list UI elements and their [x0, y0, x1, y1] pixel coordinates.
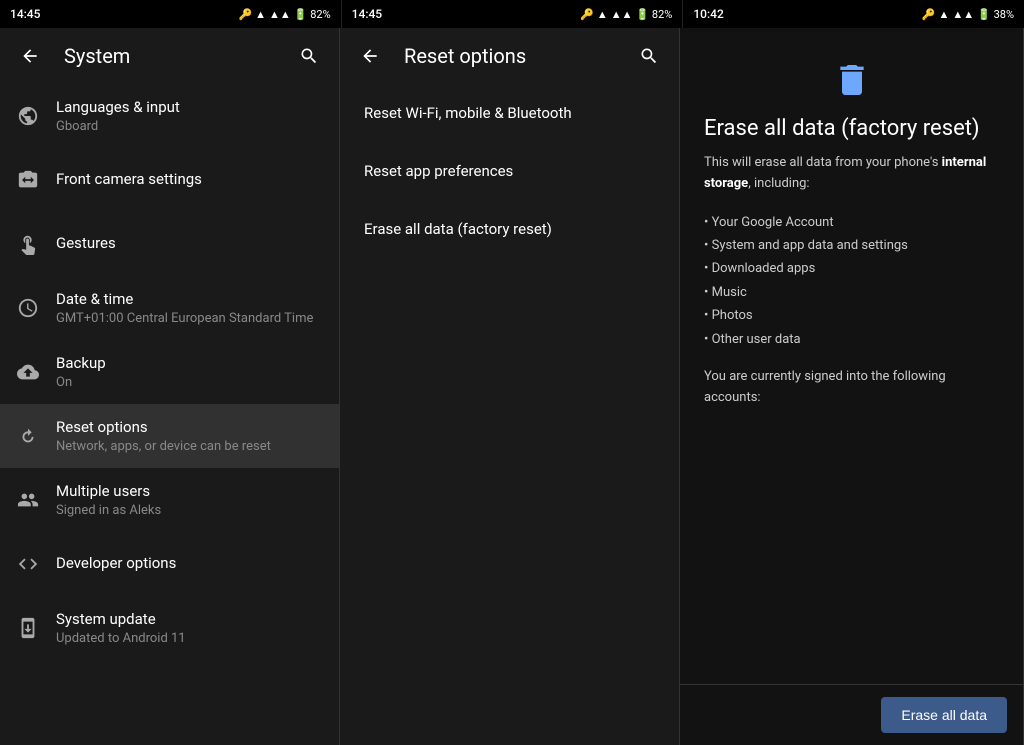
reset-subtitle: Network, apps, or device can be reset	[56, 439, 323, 454]
status-bar-2: 14:45 🔑 ▲ ▲▲ 🔋 82%	[342, 0, 684, 28]
icons-3: 🔑 ▲ ▲▲ 🔋 38%	[922, 8, 1014, 21]
settings-item-developer[interactable]: Developer options	[0, 532, 339, 596]
settings-item-users[interactable]: Multiple users Signed in as Aleks	[0, 468, 339, 532]
time-3: 10:42	[693, 7, 723, 21]
back-button[interactable]	[12, 38, 48, 74]
erase-title: Erase all data (factory reset)	[704, 116, 999, 141]
datetime-subtitle: GMT+01:00 Central European Standard Time	[56, 311, 323, 326]
settings-list: Languages & input Gboard Front camera se…	[0, 84, 339, 745]
panel-2-title: Reset options	[404, 44, 615, 68]
languages-title: Languages & input	[56, 98, 323, 118]
back-button-2[interactable]	[352, 38, 388, 74]
accounts-label: You are currently signed into the follow…	[704, 367, 999, 409]
globe-icon	[16, 104, 40, 128]
backup-subtitle: On	[56, 375, 323, 390]
reset-wifi-option[interactable]: Reset Wi-Fi, mobile & Bluetooth	[340, 84, 679, 142]
panel-erase: Erase all data (factory reset) This will…	[680, 28, 1024, 745]
erase-data-label: Erase all data (factory reset)	[364, 220, 655, 238]
list-item: • Photos	[704, 304, 999, 327]
camera-title: Front camera settings	[56, 170, 323, 190]
settings-item-reset[interactable]: Reset options Network, apps, or device c…	[0, 404, 339, 468]
backup-title: Backup	[56, 354, 323, 374]
reset-apps-option[interactable]: Reset app preferences	[340, 142, 679, 200]
panel-reset: Reset options Reset Wi-Fi, mobile & Blue…	[340, 28, 680, 745]
update-icon	[16, 616, 40, 640]
datetime-title: Date & time	[56, 290, 323, 310]
list-item: • Music	[704, 281, 999, 304]
settings-item-languages[interactable]: Languages & input Gboard	[0, 84, 339, 148]
settings-item-camera[interactable]: Front camera settings	[0, 148, 339, 212]
settings-item-gestures[interactable]: Gestures	[0, 212, 339, 276]
panel-1-title: System	[64, 44, 275, 68]
reset-apps-label: Reset app preferences	[364, 162, 655, 180]
search-button-2[interactable]	[631, 38, 667, 74]
panels: System Languages & input Gboard	[0, 28, 1024, 745]
erase-list: • Your Google Account • System and app d…	[704, 211, 999, 351]
clock-icon	[16, 296, 40, 320]
icons-2: 🔑 ▲ ▲▲ 🔋 82%	[580, 8, 672, 21]
gestures-title: Gestures	[56, 234, 323, 254]
trash-icon-container	[704, 44, 999, 116]
gestures-icon	[16, 232, 40, 256]
settings-item-datetime[interactable]: Date & time GMT+01:00 Central European S…	[0, 276, 339, 340]
erase-all-data-button[interactable]: Erase all data	[881, 697, 1007, 733]
list-item: • Your Google Account	[704, 211, 999, 234]
list-item: • Downloaded apps	[704, 257, 999, 280]
status-bar-3: 10:42 🔑 ▲ ▲▲ 🔋 38%	[683, 0, 1024, 28]
status-bar-1: 14:45 🔑 ▲ ▲▲ 🔋 82%	[0, 0, 342, 28]
list-item: • System and app data and settings	[704, 234, 999, 257]
erase-data-option[interactable]: Erase all data (factory reset)	[340, 200, 679, 258]
developer-icon	[16, 552, 40, 576]
erase-detail-content: Erase all data (factory reset) This will…	[680, 28, 1023, 684]
developer-title: Developer options	[56, 554, 323, 574]
update-subtitle: Updated to Android 11	[56, 631, 323, 646]
search-button-1[interactable]	[291, 38, 327, 74]
users-title: Multiple users	[56, 482, 323, 502]
update-title: System update	[56, 610, 323, 630]
time-1: 14:45	[10, 7, 40, 21]
time-2: 14:45	[352, 7, 382, 21]
panel-system: System Languages & input Gboard	[0, 28, 340, 745]
reset-icon	[16, 424, 40, 448]
settings-item-backup[interactable]: Backup On	[0, 340, 339, 404]
backup-icon	[16, 360, 40, 384]
users-subtitle: Signed in as Aleks	[56, 503, 323, 518]
reset-title: Reset options	[56, 418, 323, 438]
panel-2-header: Reset options	[340, 28, 679, 84]
erase-footer: Erase all data	[680, 684, 1023, 745]
erase-description: This will erase all data from your phone…	[704, 153, 999, 195]
list-item: • Other user data	[704, 328, 999, 351]
camera-icon	[16, 168, 40, 192]
reset-wifi-label: Reset Wi-Fi, mobile & Bluetooth	[364, 104, 655, 122]
reset-options-list: Reset Wi-Fi, mobile & Bluetooth Reset ap…	[340, 84, 679, 745]
status-bars: 14:45 🔑 ▲ ▲▲ 🔋 82% 14:45 🔑 ▲ ▲▲ 🔋 82% 10…	[0, 0, 1024, 28]
languages-subtitle: Gboard	[56, 119, 323, 134]
users-icon	[16, 488, 40, 512]
settings-item-update[interactable]: System update Updated to Android 11	[0, 596, 339, 660]
icons-1: 🔑 ▲ ▲▲ 🔋 82%	[238, 8, 330, 21]
trash-icon	[832, 60, 872, 100]
panel-1-header: System	[0, 28, 339, 84]
